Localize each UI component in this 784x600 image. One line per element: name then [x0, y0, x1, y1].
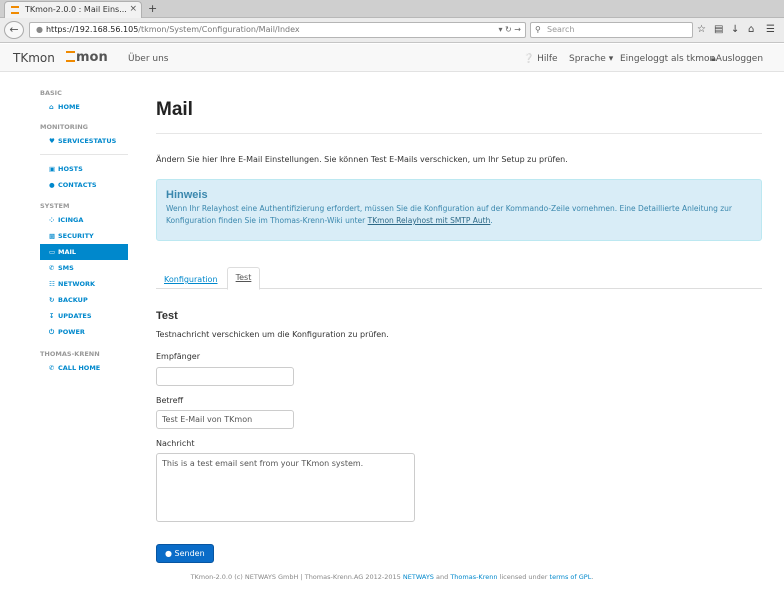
- logout-link[interactable]: 🔒︎Ausloggen: [711, 53, 763, 65]
- heart-icon: ♥: [49, 137, 55, 145]
- test-heading: Test: [156, 310, 178, 322]
- footer: TKmon-2.0.0 (c) NETWAYS GmbH | Thomas-Kr…: [190, 573, 594, 581]
- search-placeholder: Search: [547, 25, 575, 34]
- main-content: Mail Ändern Sie hier Ihre E-Mail Einstel…: [156, 96, 762, 563]
- url-host: https://192.168.56.105: [45, 25, 139, 34]
- gpl-link[interactable]: terms of GPL: [550, 573, 592, 581]
- browser-tab[interactable]: TKmon-2.0.0 : Mail Eins... ×: [4, 1, 142, 18]
- sidebar-header-system: SYSTEM: [40, 202, 70, 210]
- test-subtitle: Testnachricht verschicken um die Konfigu…: [156, 330, 389, 339]
- brand-name[interactable]: TKmon: [13, 51, 55, 65]
- info-alert: Hinweis Wenn Ihr Relayhost eine Authenti…: [156, 179, 762, 241]
- inbox-icon: ▭: [49, 248, 56, 256]
- tab-test[interactable]: Test: [227, 267, 260, 290]
- refresh-icon: ↻: [49, 296, 55, 304]
- close-tab-icon[interactable]: ×: [129, 2, 137, 17]
- sidebar-item-home[interactable]: ⌂ HOME: [40, 99, 128, 115]
- spinner-icon: ⁘: [49, 216, 55, 224]
- reload-icon[interactable]: ▾ ↻ →: [498, 23, 521, 37]
- title-divider: [156, 133, 762, 134]
- recipient-label: Empfänger: [156, 352, 201, 361]
- menu-icon[interactable]: ☰: [766, 23, 775, 37]
- download-icon: ↧: [49, 312, 55, 320]
- thomas-krenn-link[interactable]: Thomas-Krenn: [450, 573, 497, 581]
- tab-konfiguration[interactable]: Konfiguration: [164, 274, 218, 285]
- page-title: Mail: [156, 99, 193, 120]
- padlock-icon: ●: [36, 25, 43, 34]
- alert-title: Hinweis: [166, 189, 208, 201]
- new-tab-button[interactable]: +: [148, 2, 157, 15]
- home-icon: ⌂: [49, 103, 54, 111]
- relayhost-wiki-link[interactable]: TKmon Relayhost mit SMTP Auth: [368, 216, 491, 225]
- send-button[interactable]: ● Senden: [156, 544, 214, 563]
- question-icon: ❔: [523, 54, 535, 64]
- browser-tab-bar: TKmon-2.0.0 : Mail Eins... × +: [0, 0, 784, 18]
- tabs: Konfiguration Test: [156, 267, 762, 290]
- language-dropdown[interactable]: Sprache ▾: [569, 53, 613, 65]
- caret-down-icon: ▾: [608, 54, 614, 64]
- netways-link[interactable]: NETWAYS: [403, 573, 434, 581]
- phone-icon: ✆: [49, 364, 55, 372]
- sidebar-header-basic: BASIC: [40, 89, 62, 97]
- user-icon: ●: [49, 181, 55, 189]
- sidebar-item-icinga[interactable]: ⁘ ICINGA: [40, 212, 128, 228]
- download-icon[interactable]: ↓: [731, 23, 739, 37]
- sidebar-item-mail[interactable]: ▭ MAIL: [40, 244, 128, 260]
- message-label: Nachricht: [156, 439, 195, 448]
- sidebar-item-updates[interactable]: ↧ UPDATES: [40, 308, 128, 324]
- power-icon: ⏻: [49, 328, 55, 336]
- sidebar-item-security[interactable]: ▩ SECURITY: [40, 228, 128, 244]
- message-textarea[interactable]: This is a test email sent from your TKmo…: [156, 453, 415, 522]
- sidebar-item-call-home[interactable]: ✆ CALL HOME: [40, 360, 128, 376]
- subject-label: Betreff: [156, 396, 184, 405]
- intro-text: Ändern Sie hier Ihre E-Mail Einstellunge…: [156, 155, 568, 164]
- sidebar-header-thomas-krenn: THOMAS-KRENN: [40, 350, 100, 358]
- url-bar[interactable]: ● https://192.168.56.105/tkmon/System/Con…: [29, 22, 526, 38]
- logo-bars-icon: [66, 51, 75, 62]
- url-path: /tkmon/System/Configuration/Mail/Index: [138, 25, 300, 34]
- sidebar-divider: [40, 154, 128, 155]
- sidebar-item-network[interactable]: ☷ NETWORK: [40, 276, 128, 292]
- reading-list-icon[interactable]: ▤: [714, 23, 723, 37]
- sidebar-item-backup[interactable]: ↻ BACKUP: [40, 292, 128, 308]
- tkmon-favicon-icon: [11, 6, 19, 14]
- monitor-icon: ▣: [49, 165, 56, 173]
- sidebar-item-hosts[interactable]: ▣ HOSTS: [40, 161, 128, 177]
- app-navbar: TKmon mon Über uns ❔ Hilfe Sprache ▾ Ein…: [0, 44, 784, 72]
- help-link[interactable]: ❔ Hilfe: [523, 53, 558, 65]
- phone-icon: ✆: [49, 264, 55, 272]
- browser-nav-bar: ← ● https://192.168.56.105/tkmon/System/C…: [0, 18, 784, 43]
- back-button[interactable]: ←: [4, 21, 24, 39]
- sidebar: BASIC ⌂ HOME MONITORING ♥ SERVICESTATUS ▣ H…: [40, 88, 128, 376]
- alert-text: Wenn Ihr Relayhost eine Authentifizierun…: [166, 204, 732, 225]
- sidebar-header-monitoring: MONITORING: [40, 123, 89, 131]
- sidebar-item-sms[interactable]: ✆ SMS: [40, 260, 128, 276]
- sitemap-icon: ☷: [49, 280, 55, 288]
- sidebar-item-power[interactable]: ⏻ POWER: [40, 324, 128, 340]
- search-icon: ⚲: [535, 25, 541, 34]
- browser-search-input[interactable]: ⚲ Search: [530, 22, 693, 38]
- lock-icon: ▩: [49, 232, 56, 240]
- sidebar-item-contacts[interactable]: ● CONTACTS: [40, 177, 128, 193]
- tkmon-logo[interactable]: mon: [66, 50, 108, 65]
- bookmark-star-icon[interactable]: ☆: [697, 23, 706, 37]
- sidebar-item-servicestatus[interactable]: ♥ SERVICESTATUS: [40, 133, 128, 149]
- comment-icon: ●: [165, 549, 172, 558]
- subject-input[interactable]: Test E-Mail von TKmon: [156, 410, 294, 429]
- recipient-input[interactable]: [156, 367, 294, 386]
- logged-in-user: Eingeloggt als tkmon: [620, 54, 716, 64]
- home-browser-icon[interactable]: ⌂: [748, 23, 754, 37]
- browser-tab-title: TKmon-2.0.0 : Mail Eins...: [25, 5, 127, 14]
- about-link[interactable]: Über uns: [128, 53, 169, 65]
